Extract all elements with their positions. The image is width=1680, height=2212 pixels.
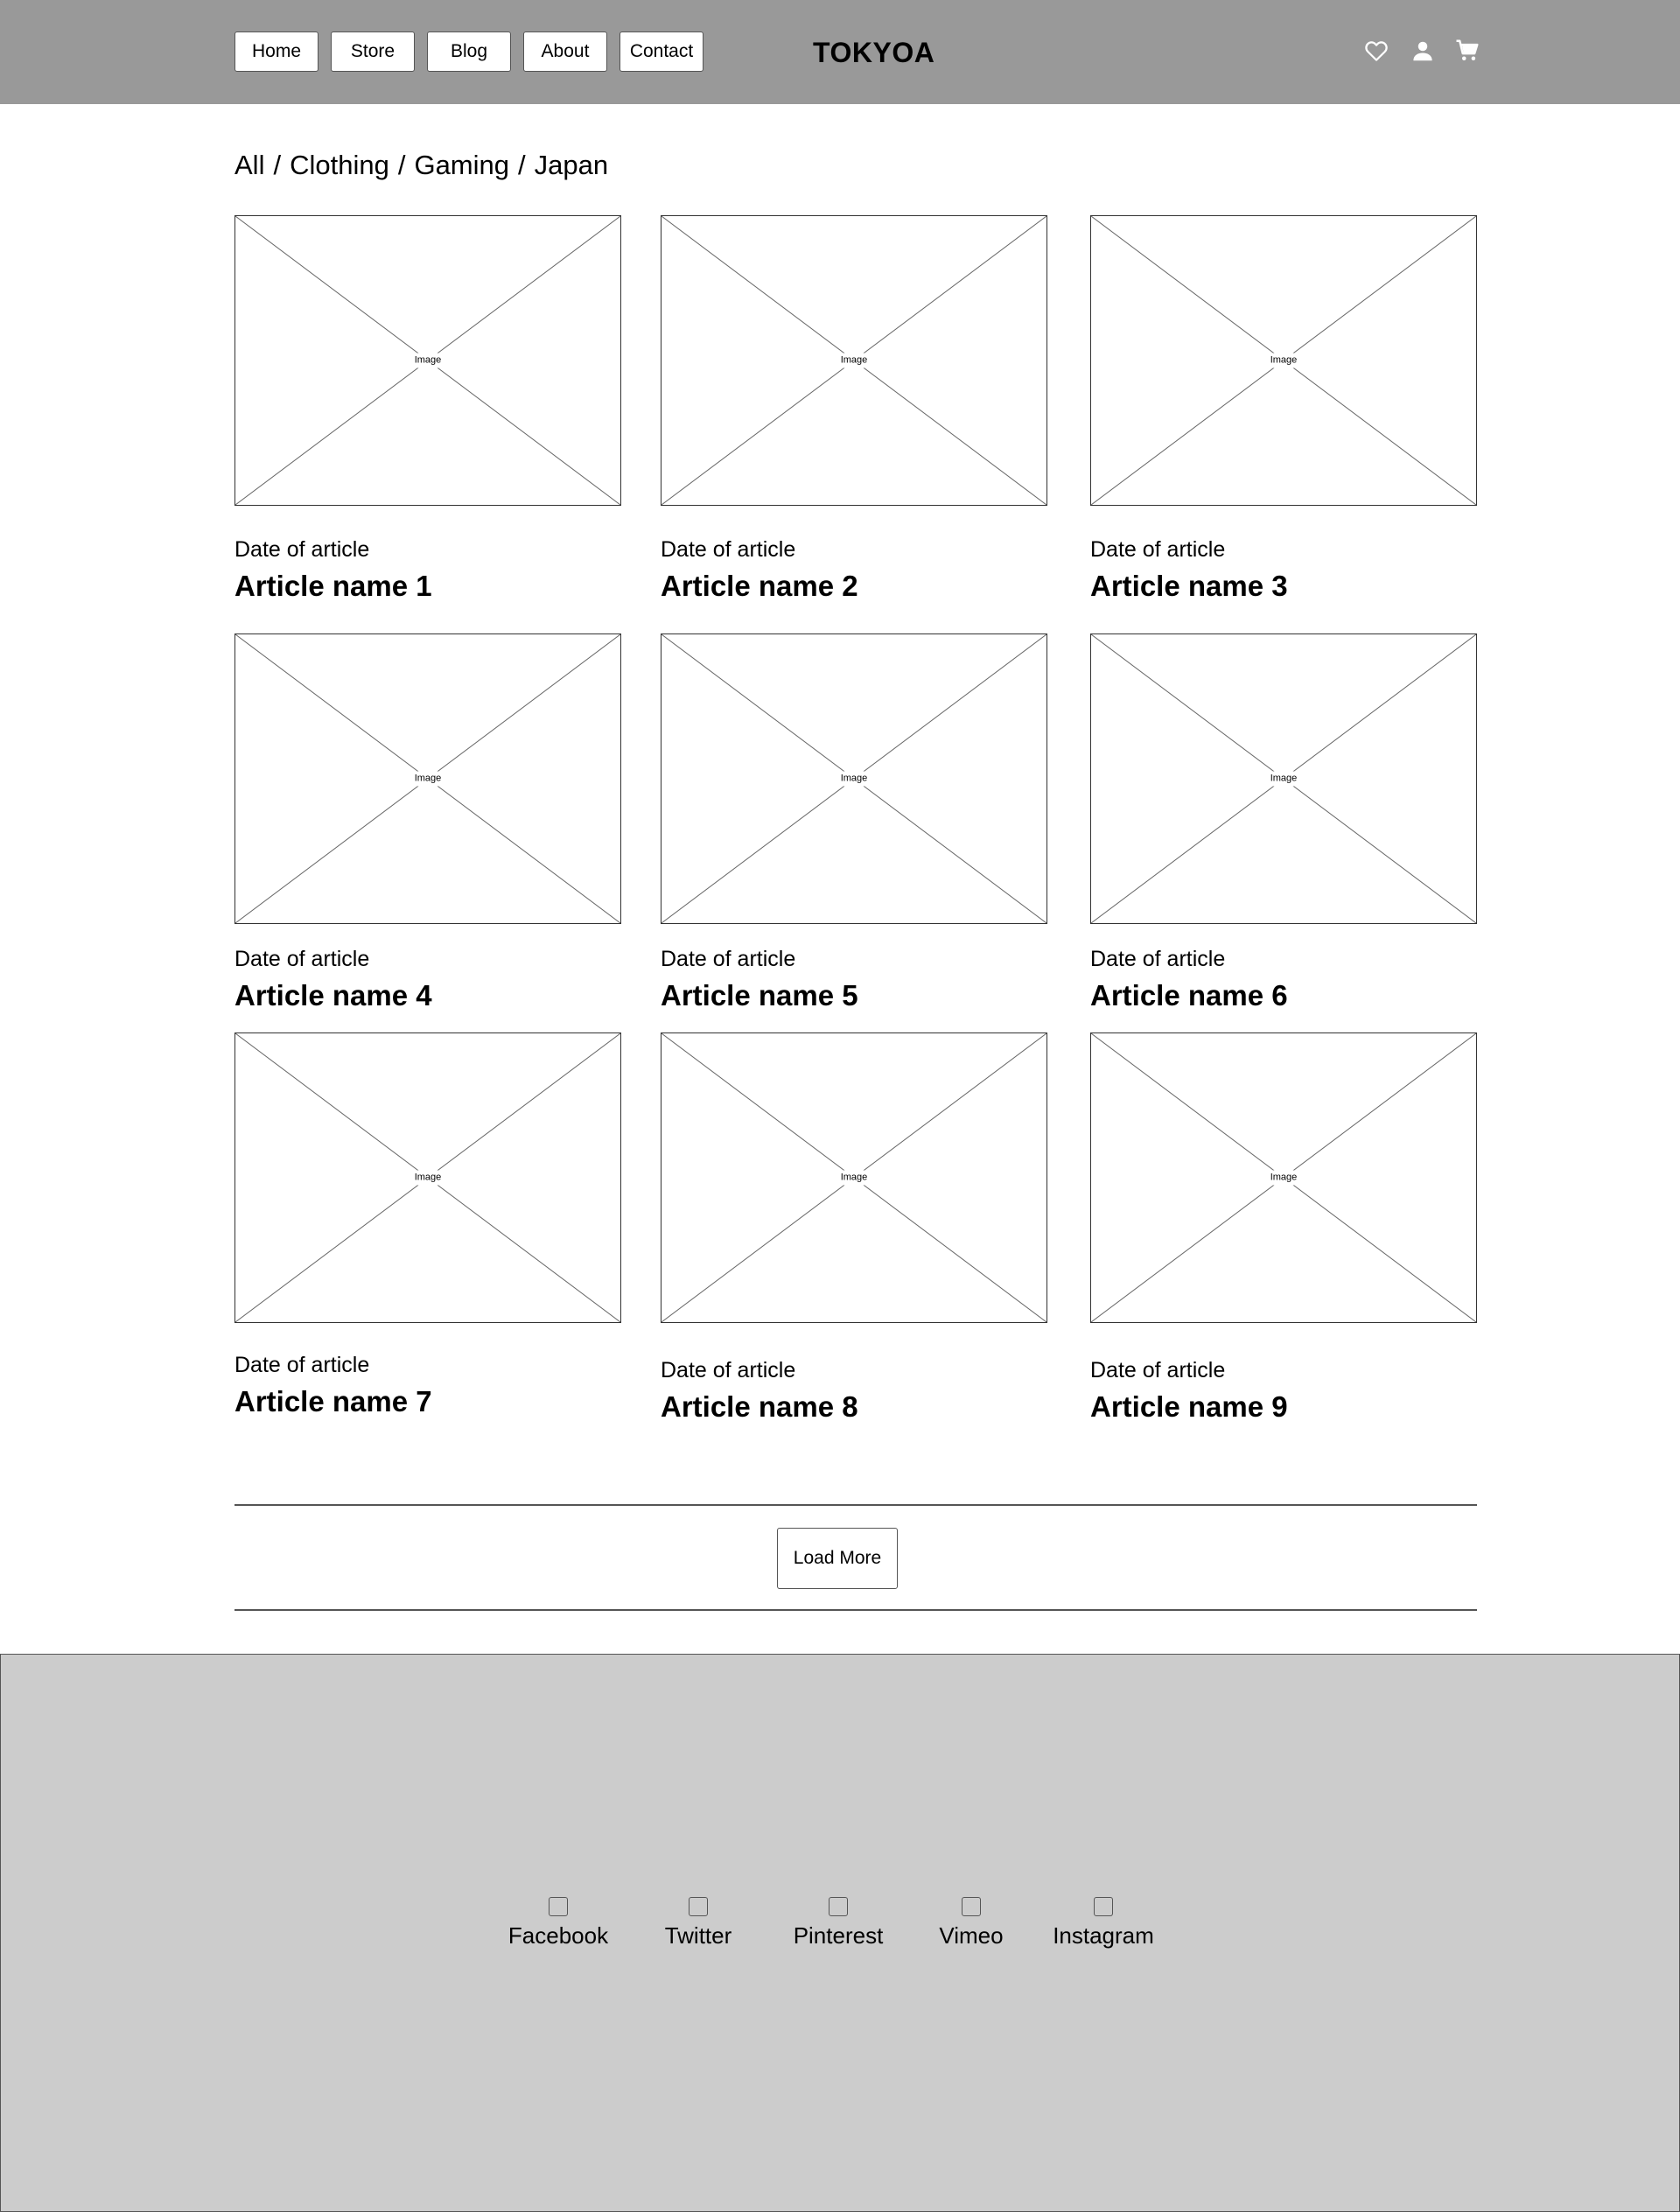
image-placeholder-label: Image bbox=[410, 771, 445, 787]
image-placeholder-label: Image bbox=[1266, 353, 1301, 368]
breadcrumb-separator: / bbox=[273, 150, 282, 180]
article-image-placeholder[interactable]: Image bbox=[661, 634, 1047, 924]
twitter-icon bbox=[689, 1897, 708, 1916]
image-placeholder-label: Image bbox=[1266, 1170, 1301, 1186]
breadcrumb-japan[interactable]: Japan bbox=[535, 150, 608, 180]
breadcrumb-separator: / bbox=[397, 150, 406, 180]
top-header: Home Store Blog About Contact TOKYOA bbox=[0, 0, 1680, 104]
article-image-placeholder[interactable]: Image bbox=[234, 215, 621, 506]
divider-top bbox=[234, 1504, 1477, 1506]
image-placeholder-label: Image bbox=[410, 353, 445, 368]
nav-blog-button[interactable]: Blog bbox=[427, 32, 511, 72]
vimeo-icon bbox=[962, 1897, 981, 1916]
breadcrumb-all[interactable]: All bbox=[234, 150, 264, 180]
article-image-placeholder[interactable]: Image bbox=[1090, 634, 1477, 924]
article-date: Date of article bbox=[661, 1358, 796, 1382]
article-date: Date of article bbox=[234, 1353, 370, 1377]
site-logo[interactable]: TOKYOA bbox=[813, 35, 934, 70]
article-date: Date of article bbox=[234, 947, 370, 971]
social-label: Instagram bbox=[1053, 1922, 1154, 1949]
image-placeholder-label: Image bbox=[410, 1170, 445, 1186]
article-date: Date of article bbox=[234, 537, 370, 562]
article-date: Date of article bbox=[1090, 1358, 1226, 1382]
article-title[interactable]: Article name 7 bbox=[234, 1384, 432, 1419]
breadcrumb: All / Clothing / Gaming / Japan bbox=[234, 147, 608, 184]
image-placeholder-label: Image bbox=[1266, 771, 1301, 787]
article-image-placeholder[interactable]: Image bbox=[661, 215, 1047, 506]
article-date: Date of article bbox=[661, 537, 796, 562]
article-image-placeholder[interactable]: Image bbox=[234, 634, 621, 924]
social-label: Twitter bbox=[664, 1922, 732, 1949]
article-title[interactable]: Article name 6 bbox=[1090, 978, 1288, 1013]
article-date: Date of article bbox=[661, 947, 796, 971]
image-placeholder-label: Image bbox=[836, 771, 872, 787]
social-link-instagram[interactable]: Instagram bbox=[1042, 1897, 1165, 1950]
pinterest-icon bbox=[829, 1897, 848, 1916]
divider-bottom bbox=[234, 1609, 1477, 1611]
facebook-icon bbox=[549, 1897, 568, 1916]
social-link-facebook[interactable]: Facebook bbox=[497, 1897, 620, 1950]
article-title[interactable]: Article name 4 bbox=[234, 978, 432, 1013]
social-link-pinterest[interactable]: Pinterest bbox=[777, 1897, 900, 1950]
article-date: Date of article bbox=[1090, 537, 1226, 562]
nav-home-button[interactable]: Home bbox=[234, 32, 318, 72]
nav-about-button[interactable]: About bbox=[523, 32, 607, 72]
article-title[interactable]: Article name 2 bbox=[661, 569, 858, 604]
article-title[interactable]: Article name 5 bbox=[661, 978, 858, 1013]
article-title[interactable]: Article name 1 bbox=[234, 569, 432, 604]
breadcrumb-clothing[interactable]: Clothing bbox=[290, 150, 389, 180]
image-placeholder-label: Image bbox=[836, 1170, 872, 1186]
load-more-button[interactable]: Load More bbox=[777, 1528, 898, 1589]
instagram-icon bbox=[1094, 1897, 1113, 1916]
article-title[interactable]: Article name 9 bbox=[1090, 1390, 1288, 1424]
article-image-placeholder[interactable]: Image bbox=[661, 1032, 1047, 1323]
nav-contact-button[interactable]: Contact bbox=[620, 32, 704, 72]
article-date: Date of article bbox=[1090, 947, 1226, 971]
user-icon[interactable] bbox=[1410, 38, 1436, 64]
social-label: Facebook bbox=[508, 1922, 609, 1949]
article-title[interactable]: Article name 8 bbox=[661, 1390, 858, 1424]
social-link-twitter[interactable]: Twitter bbox=[637, 1897, 760, 1950]
article-image-placeholder[interactable]: Image bbox=[1090, 1032, 1477, 1323]
social-label: Vimeo bbox=[939, 1922, 1004, 1949]
heart-icon[interactable] bbox=[1363, 38, 1390, 64]
breadcrumb-separator: / bbox=[518, 150, 526, 180]
social-label: Pinterest bbox=[793, 1922, 884, 1949]
image-placeholder-label: Image bbox=[836, 353, 872, 368]
article-title[interactable]: Article name 3 bbox=[1090, 569, 1288, 604]
cart-icon[interactable] bbox=[1454, 38, 1480, 64]
social-link-vimeo[interactable]: Vimeo bbox=[910, 1897, 1032, 1950]
article-image-placeholder[interactable]: Image bbox=[1090, 215, 1477, 506]
article-image-placeholder[interactable]: Image bbox=[234, 1032, 621, 1323]
nav-store-button[interactable]: Store bbox=[331, 32, 415, 72]
breadcrumb-gaming[interactable]: Gaming bbox=[414, 150, 509, 180]
